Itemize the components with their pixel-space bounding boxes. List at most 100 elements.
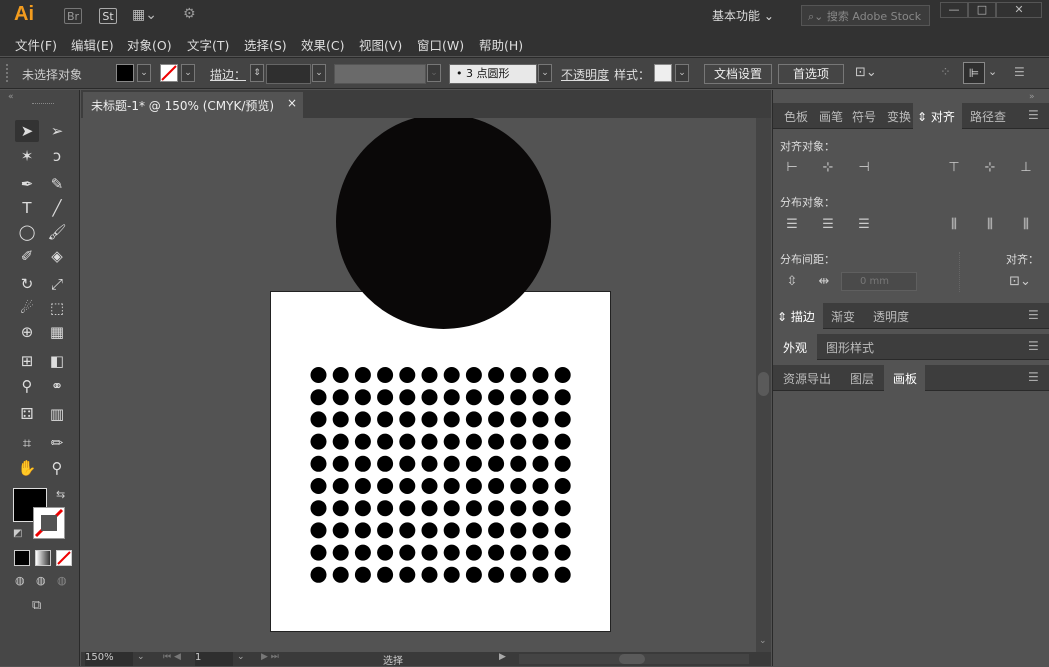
profile-dropdown[interactable]: ⌄ — [427, 64, 441, 82]
tab-appearance[interactable]: 外观 — [783, 339, 807, 356]
scale-tool-icon[interactable]: ⤢ — [45, 273, 69, 295]
grid-dot[interactable] — [332, 433, 349, 450]
grid-dot[interactable] — [399, 522, 416, 539]
grid-dot[interactable] — [510, 433, 527, 450]
grid-dot[interactable] — [510, 522, 527, 539]
grid-dot[interactable] — [554, 367, 571, 383]
grid-dot[interactable] — [332, 500, 349, 517]
grid-dot[interactable] — [421, 500, 438, 517]
grid-dot[interactable] — [488, 522, 505, 539]
grid-dot[interactable] — [554, 566, 571, 583]
document-setup-button[interactable]: 文档设置 — [704, 64, 772, 84]
grip-handle[interactable] — [32, 103, 54, 104]
distribute-vcenter-icon[interactable]: ☰ — [820, 217, 836, 233]
symbol-sprayer-tool-icon[interactable]: ⚃ — [15, 403, 39, 425]
stroke-dropdown[interactable]: ⌄ — [181, 64, 195, 82]
direct-selection-tool-icon[interactable]: ➢ — [45, 120, 69, 142]
brush-dropdown[interactable]: ⌄ — [538, 64, 552, 82]
tab-pathfinder[interactable]: 路径查 — [970, 108, 1006, 125]
grid-dot[interactable] — [554, 433, 571, 450]
grid-dot[interactable] — [421, 433, 438, 450]
align-dropdown-icon[interactable]: ⌄ — [988, 65, 997, 78]
status-menu-icon[interactable]: ▶ — [499, 652, 506, 662]
workspace-switcher[interactable]: 基本功能 ⌄ — [712, 7, 774, 24]
rotate-tool-icon[interactable]: ↻ — [15, 273, 39, 295]
grid-dot[interactable] — [377, 411, 394, 428]
grid-dot[interactable] — [465, 411, 482, 428]
align-left-icon[interactable]: ⊢ — [784, 160, 800, 176]
blend-tool-icon[interactable]: ⚭ — [45, 375, 69, 397]
grid-dot[interactable] — [377, 455, 394, 472]
collapse-icon[interactable]: « — [8, 92, 14, 102]
grid-dot[interactable] — [510, 544, 527, 561]
fill-swatch[interactable] — [116, 64, 134, 82]
horizontal-spacing-icon[interactable]: ⇹ — [816, 274, 832, 290]
grid-dot[interactable] — [377, 544, 394, 561]
spacing-input[interactable]: 0 mm — [841, 272, 917, 291]
control-menu-icon[interactable]: ☰ — [1014, 65, 1025, 79]
grid-dot[interactable] — [554, 389, 571, 406]
grid-dot[interactable] — [399, 566, 416, 583]
grid-dot[interactable] — [532, 455, 549, 472]
paintbrush-tool-icon[interactable]: 🖌 — [45, 221, 69, 243]
grid-dot[interactable] — [377, 566, 394, 583]
preferences-button[interactable]: 首选项 — [778, 64, 844, 84]
lasso-tool-icon[interactable]: ↄ — [45, 145, 69, 167]
gpu-performance-icon[interactable]: ⚙ — [183, 6, 196, 22]
grid-dot[interactable] — [443, 367, 460, 383]
grid-dot[interactable] — [310, 389, 327, 406]
grid-dot[interactable] — [488, 367, 505, 383]
menu-help[interactable]: 帮助(H) — [479, 35, 523, 54]
grid-dot[interactable] — [354, 566, 371, 583]
close-button[interactable]: ✕ — [996, 2, 1042, 18]
default-colors-icon[interactable]: ◩ — [13, 528, 22, 539]
tab-graphic-styles[interactable]: 图形样式 — [826, 339, 874, 356]
grid-dot[interactable] — [421, 455, 438, 472]
grid-dot[interactable] — [465, 433, 482, 450]
grid-dot[interactable] — [510, 455, 527, 472]
style-dropdown[interactable]: ⌄ — [675, 64, 689, 82]
grid-dot[interactable] — [510, 500, 527, 517]
tab-stroke[interactable]: ⇕ 描边 — [777, 308, 815, 325]
arrange-documents-icon[interactable]: ▦⌄ — [132, 7, 157, 23]
align-top-icon[interactable]: ⊤ — [946, 160, 962, 176]
arrange-icon[interactable]: ⁘ — [940, 65, 951, 80]
dot-grid[interactable] — [271, 292, 612, 633]
stock-button[interactable]: St — [99, 8, 117, 24]
grid-dot[interactable] — [354, 544, 371, 561]
grid-dot[interactable] — [510, 367, 527, 383]
maximize-button[interactable]: □ — [968, 2, 996, 18]
grid-dot[interactable] — [399, 544, 416, 561]
grid-dot[interactable] — [399, 367, 416, 383]
grid-dot[interactable] — [443, 433, 460, 450]
magic-wand-tool-icon[interactable]: ✶ — [15, 145, 39, 167]
grid-dot[interactable] — [399, 478, 416, 494]
tab-brushes[interactable]: 画笔 — [819, 108, 843, 125]
menu-window[interactable]: 窗口(W) — [417, 35, 464, 54]
stock-search-input[interactable]: ⌕⌄ 搜索 Adobe Stock — [801, 5, 930, 26]
brush-definition[interactable]: • 3 点圆形 — [449, 64, 537, 84]
dock-collapse-icon[interactable]: » — [1029, 92, 1035, 102]
grid-dot[interactable] — [377, 433, 394, 450]
grid-dot[interactable] — [310, 367, 327, 383]
none-mode-icon[interactable] — [56, 550, 72, 566]
artboard[interactable] — [270, 291, 611, 632]
grid-dot[interactable] — [421, 411, 438, 428]
grid-dot[interactable] — [554, 455, 571, 472]
grid-dot[interactable] — [332, 455, 349, 472]
menu-effect[interactable]: 效果(C) — [301, 35, 344, 54]
shape-builder-tool-icon[interactable]: ⊕ — [15, 321, 39, 343]
distribute-left-icon[interactable]: ⫼ — [946, 217, 962, 233]
grid-dot[interactable] — [443, 478, 460, 494]
grid-dot[interactable] — [465, 522, 482, 539]
draw-inside-icon[interactable]: ◍ — [57, 574, 67, 587]
first-artboard-icon[interactable]: ⏮ ◀ — [163, 652, 181, 662]
grid-dot[interactable] — [465, 544, 482, 561]
tab-transform[interactable]: 变换 — [887, 108, 911, 125]
grid-dot[interactable] — [421, 478, 438, 494]
scroll-thumb[interactable] — [758, 372, 769, 396]
eyedropper-tool-icon[interactable]: ⚲ — [15, 375, 39, 397]
panel-menu-icon[interactable]: ☰ — [1028, 308, 1039, 322]
horizontal-scrollbar[interactable] — [519, 654, 749, 664]
grid-dot[interactable] — [310, 433, 327, 450]
